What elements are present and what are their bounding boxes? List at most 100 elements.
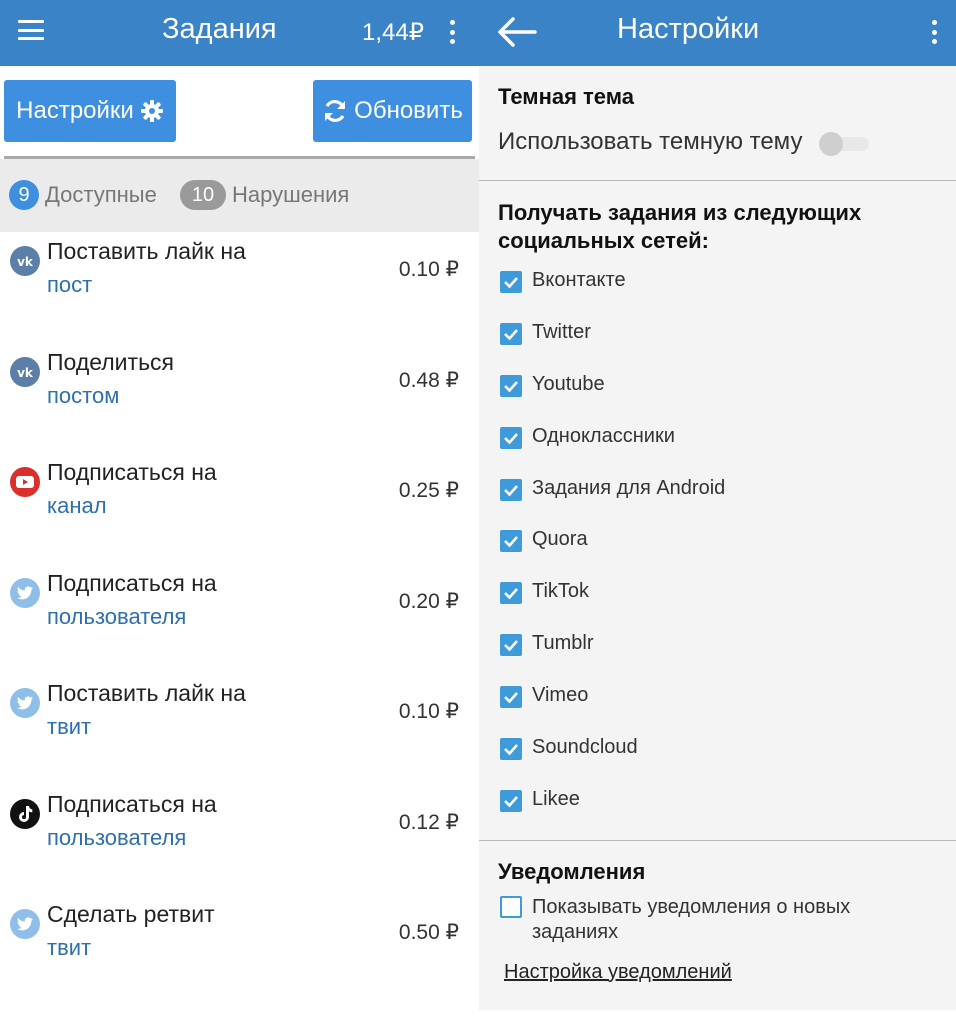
checkbox[interactable] <box>500 322 522 345</box>
page-title: Задания <box>162 13 277 45</box>
checkbox[interactable] <box>500 478 522 501</box>
task-item[interactable]: vk Поделиться постом 0.48 ₽ <box>0 343 479 454</box>
network-checkbox-tumblr[interactable]: Tumblr <box>479 620 956 672</box>
network-checkbox-soundcloud[interactable]: Soundcloud <box>479 724 956 776</box>
available-count-badge: 9 <box>9 180 39 210</box>
task-price: 0.10 ₽ <box>398 258 459 281</box>
toggle-knob <box>819 132 843 156</box>
network-checkbox-android[interactable]: Задания для Android <box>479 465 956 517</box>
task-target: твит <box>47 935 92 960</box>
section-title-line2: социальных сетей: <box>498 228 709 253</box>
checkbox-label: Vimeo <box>532 684 589 707</box>
tiktok-icon <box>10 798 40 829</box>
page-title: Настройки <box>617 13 760 45</box>
task-action: Сделать ретвит <box>47 901 215 927</box>
checkbox-label-line1: Показывать уведомления о новых <box>532 895 851 918</box>
task-action: Подписаться на <box>47 790 217 817</box>
checkbox-label-line2: заданиях <box>532 920 619 943</box>
section-title: Темная тема <box>498 84 634 109</box>
checkbox[interactable] <box>500 789 522 812</box>
network-checkbox-likee[interactable]: Likee <box>479 776 956 828</box>
checkbox-label: Вконтакте <box>532 269 626 291</box>
settings-button-label: Настройки <box>16 97 134 124</box>
task-item[interactable]: Сделать ретвит твит 0.50 ₽ <box>0 895 479 1006</box>
twitter-icon <box>10 577 40 608</box>
checkbox-label: Youtube <box>532 372 605 395</box>
app-bar: Настройки <box>479 0 956 66</box>
violations-count-badge: 10 <box>180 180 226 210</box>
checkbox-label: Одноклассники <box>532 424 675 447</box>
checkbox-label: Quora <box>532 528 588 551</box>
checkbox-label: Показывать уведомления о новых заданиях <box>532 895 912 945</box>
task-target: канал <box>47 493 107 518</box>
new-tasks-notification-option[interactable]: Показывать уведомления о новых заданиях <box>479 895 956 955</box>
svg-text:vk: vk <box>17 255 34 268</box>
task-price: 0.50 ₽ <box>398 921 459 944</box>
checkbox-label: TikTok <box>532 580 590 603</box>
app-bar: Задания 1,44₽ <box>0 0 479 66</box>
network-checkbox-tiktok[interactable]: TikTok <box>479 568 956 620</box>
task-list: vk Поставить лайк на пост 0.10 ₽ vk Поде… <box>0 232 479 1006</box>
checkbox[interactable] <box>500 634 522 657</box>
checkbox[interactable] <box>500 530 522 553</box>
checkbox[interactable] <box>500 686 522 709</box>
vk-icon: vk <box>10 356 40 387</box>
task-target: пост <box>47 272 93 297</box>
task-action: Подписаться на <box>47 569 217 596</box>
checkbox-label: Tumblr <box>532 632 594 655</box>
checkbox[interactable] <box>500 895 522 918</box>
task-price: 0.25 ₽ <box>398 479 459 502</box>
task-target: твит <box>47 714 92 739</box>
task-tabs: 9 Доступные 10 Нарушения <box>0 159 479 232</box>
checkbox-label: Soundcloud <box>532 736 638 759</box>
networks-list: Вконтакте Twitter Youtube Одноклассники … <box>479 257 956 828</box>
youtube-icon <box>10 467 40 497</box>
section-title: Уведомления <box>498 858 646 884</box>
task-action: Поставить лайк на <box>47 238 246 264</box>
checkbox-label: Likee <box>532 787 580 810</box>
checkbox[interactable] <box>500 738 522 761</box>
balance-amount: 1,44₽ <box>362 19 424 46</box>
refresh-button[interactable]: Обновить <box>313 80 472 142</box>
task-price: 0.20 ₽ <box>398 589 459 613</box>
settings-button[interactable]: Настройки <box>4 80 176 142</box>
notification-settings-link[interactable]: Настройка уведомлений <box>504 961 732 984</box>
network-checkbox-vimeo[interactable]: Vimeo <box>479 672 956 724</box>
network-checkbox-vkontakte[interactable]: Вконтакте <box>479 257 956 309</box>
tasks-screen: Задания 1,44₽ Настройки Обновить 9 Досту… <box>0 0 479 1010</box>
checkbox[interactable] <box>500 374 522 397</box>
checkbox[interactable] <box>500 426 522 449</box>
checkbox[interactable] <box>500 582 522 605</box>
checkbox-label: Twitter <box>532 320 591 343</box>
tab-violations[interactable]: 10 Нарушения <box>180 180 349 210</box>
dark-theme-label: Использовать темную тему <box>498 128 803 155</box>
network-checkbox-youtube[interactable]: Youtube <box>479 361 956 413</box>
task-item[interactable]: Поставить лайк на твит 0.10 ₽ <box>0 674 479 785</box>
more-options-icon[interactable] <box>931 20 937 44</box>
task-item[interactable]: Подписаться на канал 0.25 ₽ <box>0 453 479 564</box>
twitter-icon <box>10 909 40 939</box>
task-item[interactable]: vk Поставить лайк на пост 0.10 ₽ <box>0 232 479 343</box>
dark-theme-row[interactable]: Использовать темную тему <box>479 118 956 176</box>
network-checkbox-twitter[interactable]: Twitter <box>479 309 956 361</box>
network-checkbox-quora[interactable]: Quora <box>479 516 956 568</box>
task-action: Подписаться на <box>47 459 217 485</box>
back-arrow-icon[interactable] <box>495 14 539 50</box>
section-title-line1: Получать задания из следующих <box>498 200 862 225</box>
tab-violations-label: Нарушения <box>232 182 350 207</box>
network-checkbox-odnoklassniki[interactable]: Одноклассники <box>479 413 956 465</box>
tab-available[interactable]: 9 Доступные <box>9 180 157 210</box>
notifications-section: Уведомления Показывать уведомления о нов… <box>479 841 956 983</box>
hamburger-menu-icon[interactable] <box>18 20 44 40</box>
task-target: пользователя <box>47 824 187 850</box>
task-target: пользователя <box>47 603 187 629</box>
checkbox-label: Задания для Android <box>532 476 726 499</box>
settings-screen: Настройки Темная тема Использовать темну… <box>479 0 956 1010</box>
checkbox[interactable] <box>500 271 522 293</box>
task-item[interactable]: Подписаться на пользователя 0.12 ₽ <box>0 785 479 896</box>
more-options-icon[interactable] <box>449 20 455 44</box>
task-price: 0.10 ₽ <box>398 700 459 723</box>
dark-theme-toggle[interactable] <box>819 130 871 156</box>
task-action: Поставить лайк на <box>47 680 246 706</box>
task-item[interactable]: Подписаться на пользователя 0.20 ₽ <box>0 564 479 675</box>
